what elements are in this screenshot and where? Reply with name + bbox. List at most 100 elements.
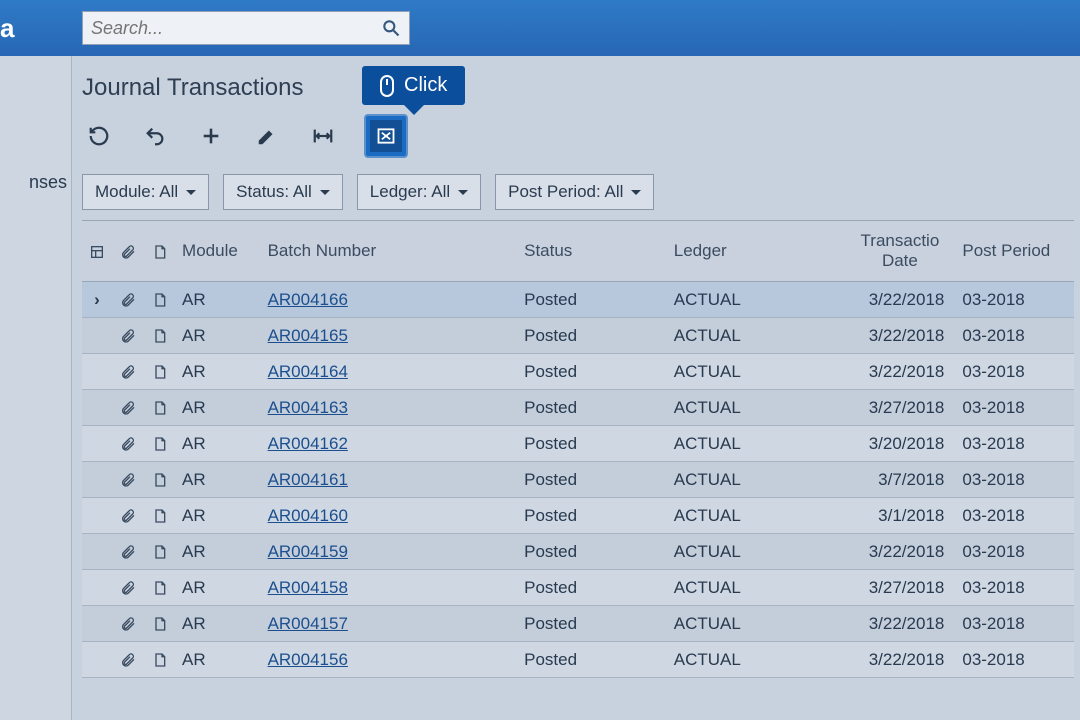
attachment-cell[interactable] — [112, 498, 144, 534]
date-cell: 3/27/2018 — [849, 390, 956, 426]
expand-cell[interactable]: › — [82, 282, 112, 318]
paperclip-icon — [120, 580, 136, 596]
table-row[interactable]: ARAR004159PostedACTUAL3/22/201803-2018 — [82, 534, 1074, 570]
batch-link[interactable]: AR004165 — [268, 326, 348, 345]
table-row[interactable]: ARAR004158PostedACTUAL3/27/201803-2018 — [82, 570, 1074, 606]
status-cell: Posted — [518, 354, 668, 390]
undo-icon[interactable] — [142, 123, 168, 149]
module-cell: AR — [176, 354, 262, 390]
batch-link[interactable]: AR004161 — [268, 470, 348, 489]
col-transaction-date[interactable]: Transactio Date — [849, 221, 956, 282]
expand-cell[interactable] — [82, 570, 112, 606]
col-module[interactable]: Module — [176, 221, 262, 282]
search-box[interactable] — [82, 11, 410, 45]
table-row[interactable]: ARAR004164PostedACTUAL3/22/201803-2018 — [82, 354, 1074, 390]
table-row[interactable]: ARAR004161PostedACTUAL3/7/201803-2018 — [82, 462, 1074, 498]
expand-cell[interactable] — [82, 642, 112, 678]
transactions-table: Module Batch Number Status Ledger Transa… — [82, 220, 1074, 678]
add-icon[interactable] — [198, 123, 224, 149]
col-expand[interactable] — [82, 221, 112, 282]
note-cell[interactable] — [144, 462, 176, 498]
batch-link[interactable]: AR004162 — [268, 434, 348, 453]
note-cell[interactable] — [144, 390, 176, 426]
batch-link[interactable]: AR004157 — [268, 614, 348, 633]
batch-link[interactable]: AR004166 — [268, 290, 348, 309]
batch-link[interactable]: AR004159 — [268, 542, 348, 561]
search-input[interactable] — [91, 18, 381, 39]
module-cell: AR — [176, 642, 262, 678]
expand-cell[interactable] — [82, 606, 112, 642]
expand-cell[interactable] — [82, 354, 112, 390]
fit-columns-icon[interactable] — [310, 123, 336, 149]
chevron-down-icon — [320, 190, 330, 200]
batch-link[interactable]: AR004163 — [268, 398, 348, 417]
batch-link[interactable]: AR004156 — [268, 650, 348, 669]
refresh-icon[interactable] — [86, 123, 112, 149]
ledger-cell: ACTUAL — [668, 390, 850, 426]
col-post-period[interactable]: Post Period — [956, 221, 1074, 282]
period-cell: 03-2018 — [956, 498, 1074, 534]
note-cell[interactable] — [144, 498, 176, 534]
table-row[interactable]: ARAR004163PostedACTUAL3/27/201803-2018 — [82, 390, 1074, 426]
chevron-down-icon — [631, 190, 641, 200]
table-row[interactable]: ›ARAR004166PostedACTUAL3/22/201803-2018 — [82, 282, 1074, 318]
filter-status[interactable]: Status: All — [223, 174, 343, 210]
col-batch[interactable]: Batch Number — [262, 221, 519, 282]
export-excel-icon[interactable] — [366, 116, 406, 156]
note-cell[interactable] — [144, 354, 176, 390]
note-cell[interactable] — [144, 606, 176, 642]
expand-cell[interactable] — [82, 390, 112, 426]
table-row[interactable]: ARAR004156PostedACTUAL3/22/201803-2018 — [82, 642, 1074, 678]
expand-cell[interactable] — [82, 534, 112, 570]
sidebar-item-fragment[interactable]: nses — [0, 166, 71, 199]
ledger-cell: ACTUAL — [668, 318, 850, 354]
main-panel: Journal Transactions Click — [72, 56, 1080, 720]
col-attachment[interactable] — [112, 221, 144, 282]
col-date-line2: Date — [855, 251, 944, 271]
attachment-cell[interactable] — [112, 282, 144, 318]
col-note[interactable] — [144, 221, 176, 282]
attachment-cell[interactable] — [112, 570, 144, 606]
filter-module[interactable]: Module: All — [82, 174, 209, 210]
attachment-cell[interactable] — [112, 318, 144, 354]
col-ledger[interactable]: Ledger — [668, 221, 850, 282]
attachment-cell[interactable] — [112, 426, 144, 462]
expand-cell[interactable] — [82, 426, 112, 462]
note-cell[interactable] — [144, 426, 176, 462]
paperclip-icon — [120, 544, 136, 560]
paperclip-icon — [120, 436, 136, 452]
attachment-cell[interactable] — [112, 390, 144, 426]
expand-cell[interactable] — [82, 318, 112, 354]
search-icon[interactable] — [381, 18, 401, 38]
attachment-cell[interactable] — [112, 606, 144, 642]
note-cell[interactable] — [144, 534, 176, 570]
table-row[interactable]: ARAR004157PostedACTUAL3/22/201803-2018 — [82, 606, 1074, 642]
attachment-cell[interactable] — [112, 462, 144, 498]
batch-link[interactable]: AR004160 — [268, 506, 348, 525]
table-row[interactable]: ARAR004165PostedACTUAL3/22/201803-2018 — [82, 318, 1074, 354]
expand-cell[interactable] — [82, 498, 112, 534]
filter-post-period[interactable]: Post Period: All — [495, 174, 654, 210]
note-cell[interactable] — [144, 642, 176, 678]
document-icon — [152, 472, 168, 488]
module-cell: AR — [176, 570, 262, 606]
chevron-down-icon — [186, 190, 196, 200]
col-status[interactable]: Status — [518, 221, 668, 282]
batch-link[interactable]: AR004158 — [268, 578, 348, 597]
edit-icon[interactable] — [254, 123, 280, 149]
attachment-cell[interactable] — [112, 642, 144, 678]
filter-ledger[interactable]: Ledger: All — [357, 174, 481, 210]
batch-link[interactable]: AR004164 — [268, 362, 348, 381]
attachment-cell[interactable] — [112, 534, 144, 570]
note-cell[interactable] — [144, 570, 176, 606]
document-icon — [152, 508, 168, 524]
table-row[interactable]: ARAR004162PostedACTUAL3/20/201803-2018 — [82, 426, 1074, 462]
table-row[interactable]: ARAR004160PostedACTUAL3/1/201803-2018 — [82, 498, 1074, 534]
period-cell: 03-2018 — [956, 462, 1074, 498]
module-cell: AR — [176, 390, 262, 426]
note-cell[interactable] — [144, 318, 176, 354]
attachment-cell[interactable] — [112, 354, 144, 390]
page-title: Journal Transactions — [82, 74, 303, 102]
expand-cell[interactable] — [82, 462, 112, 498]
note-cell[interactable] — [144, 282, 176, 318]
